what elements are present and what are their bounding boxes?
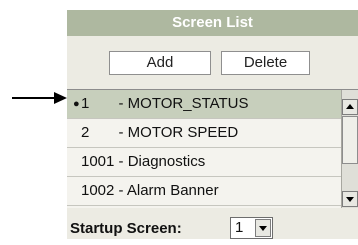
- arrow-head: [54, 92, 67, 104]
- panel-title: Screen List: [67, 10, 358, 36]
- list-item-label: 1001 - Diagnostics: [81, 153, 206, 170]
- startup-screen-label: Startup Screen:: [70, 220, 182, 237]
- list-item-label: 1 - MOTOR_STATUS: [81, 95, 249, 112]
- arrow-right-icon: [12, 92, 68, 104]
- delete-button[interactable]: Delete: [221, 51, 310, 75]
- add-button[interactable]: Add: [109, 51, 211, 75]
- chevron-down-icon[interactable]: [255, 219, 271, 237]
- list-item[interactable]: 1002 - Alarm Banner: [67, 177, 341, 206]
- list-item[interactable]: 2 - MOTOR SPEED: [67, 119, 341, 148]
- screen-list-panel: Screen List Add Delete ● 1 - MOTOR_STATU…: [67, 10, 358, 239]
- startup-screen-select[interactable]: 1: [230, 217, 273, 239]
- bullet-icon: ●: [73, 98, 80, 110]
- list-item[interactable]: ● 1 - MOTOR_STATUS: [67, 90, 341, 119]
- scrollbar-thumb[interactable]: [342, 116, 358, 164]
- list-scrollbar[interactable]: [341, 90, 358, 208]
- list-item[interactable]: 1001 - Diagnostics: [67, 148, 341, 177]
- startup-screen-value: 1: [235, 219, 244, 236]
- scroll-down-arrow-icon[interactable]: [342, 191, 358, 207]
- list-item-label: 2 - MOTOR SPEED: [81, 124, 239, 141]
- screen-list: ● 1 - MOTOR_STATUS 2 - MOTOR SPEED 1001 …: [67, 89, 358, 208]
- scroll-up-arrow-icon[interactable]: [342, 99, 358, 115]
- list-item-label: 1002 - Alarm Banner: [81, 182, 219, 199]
- arrow-shaft: [12, 97, 56, 99]
